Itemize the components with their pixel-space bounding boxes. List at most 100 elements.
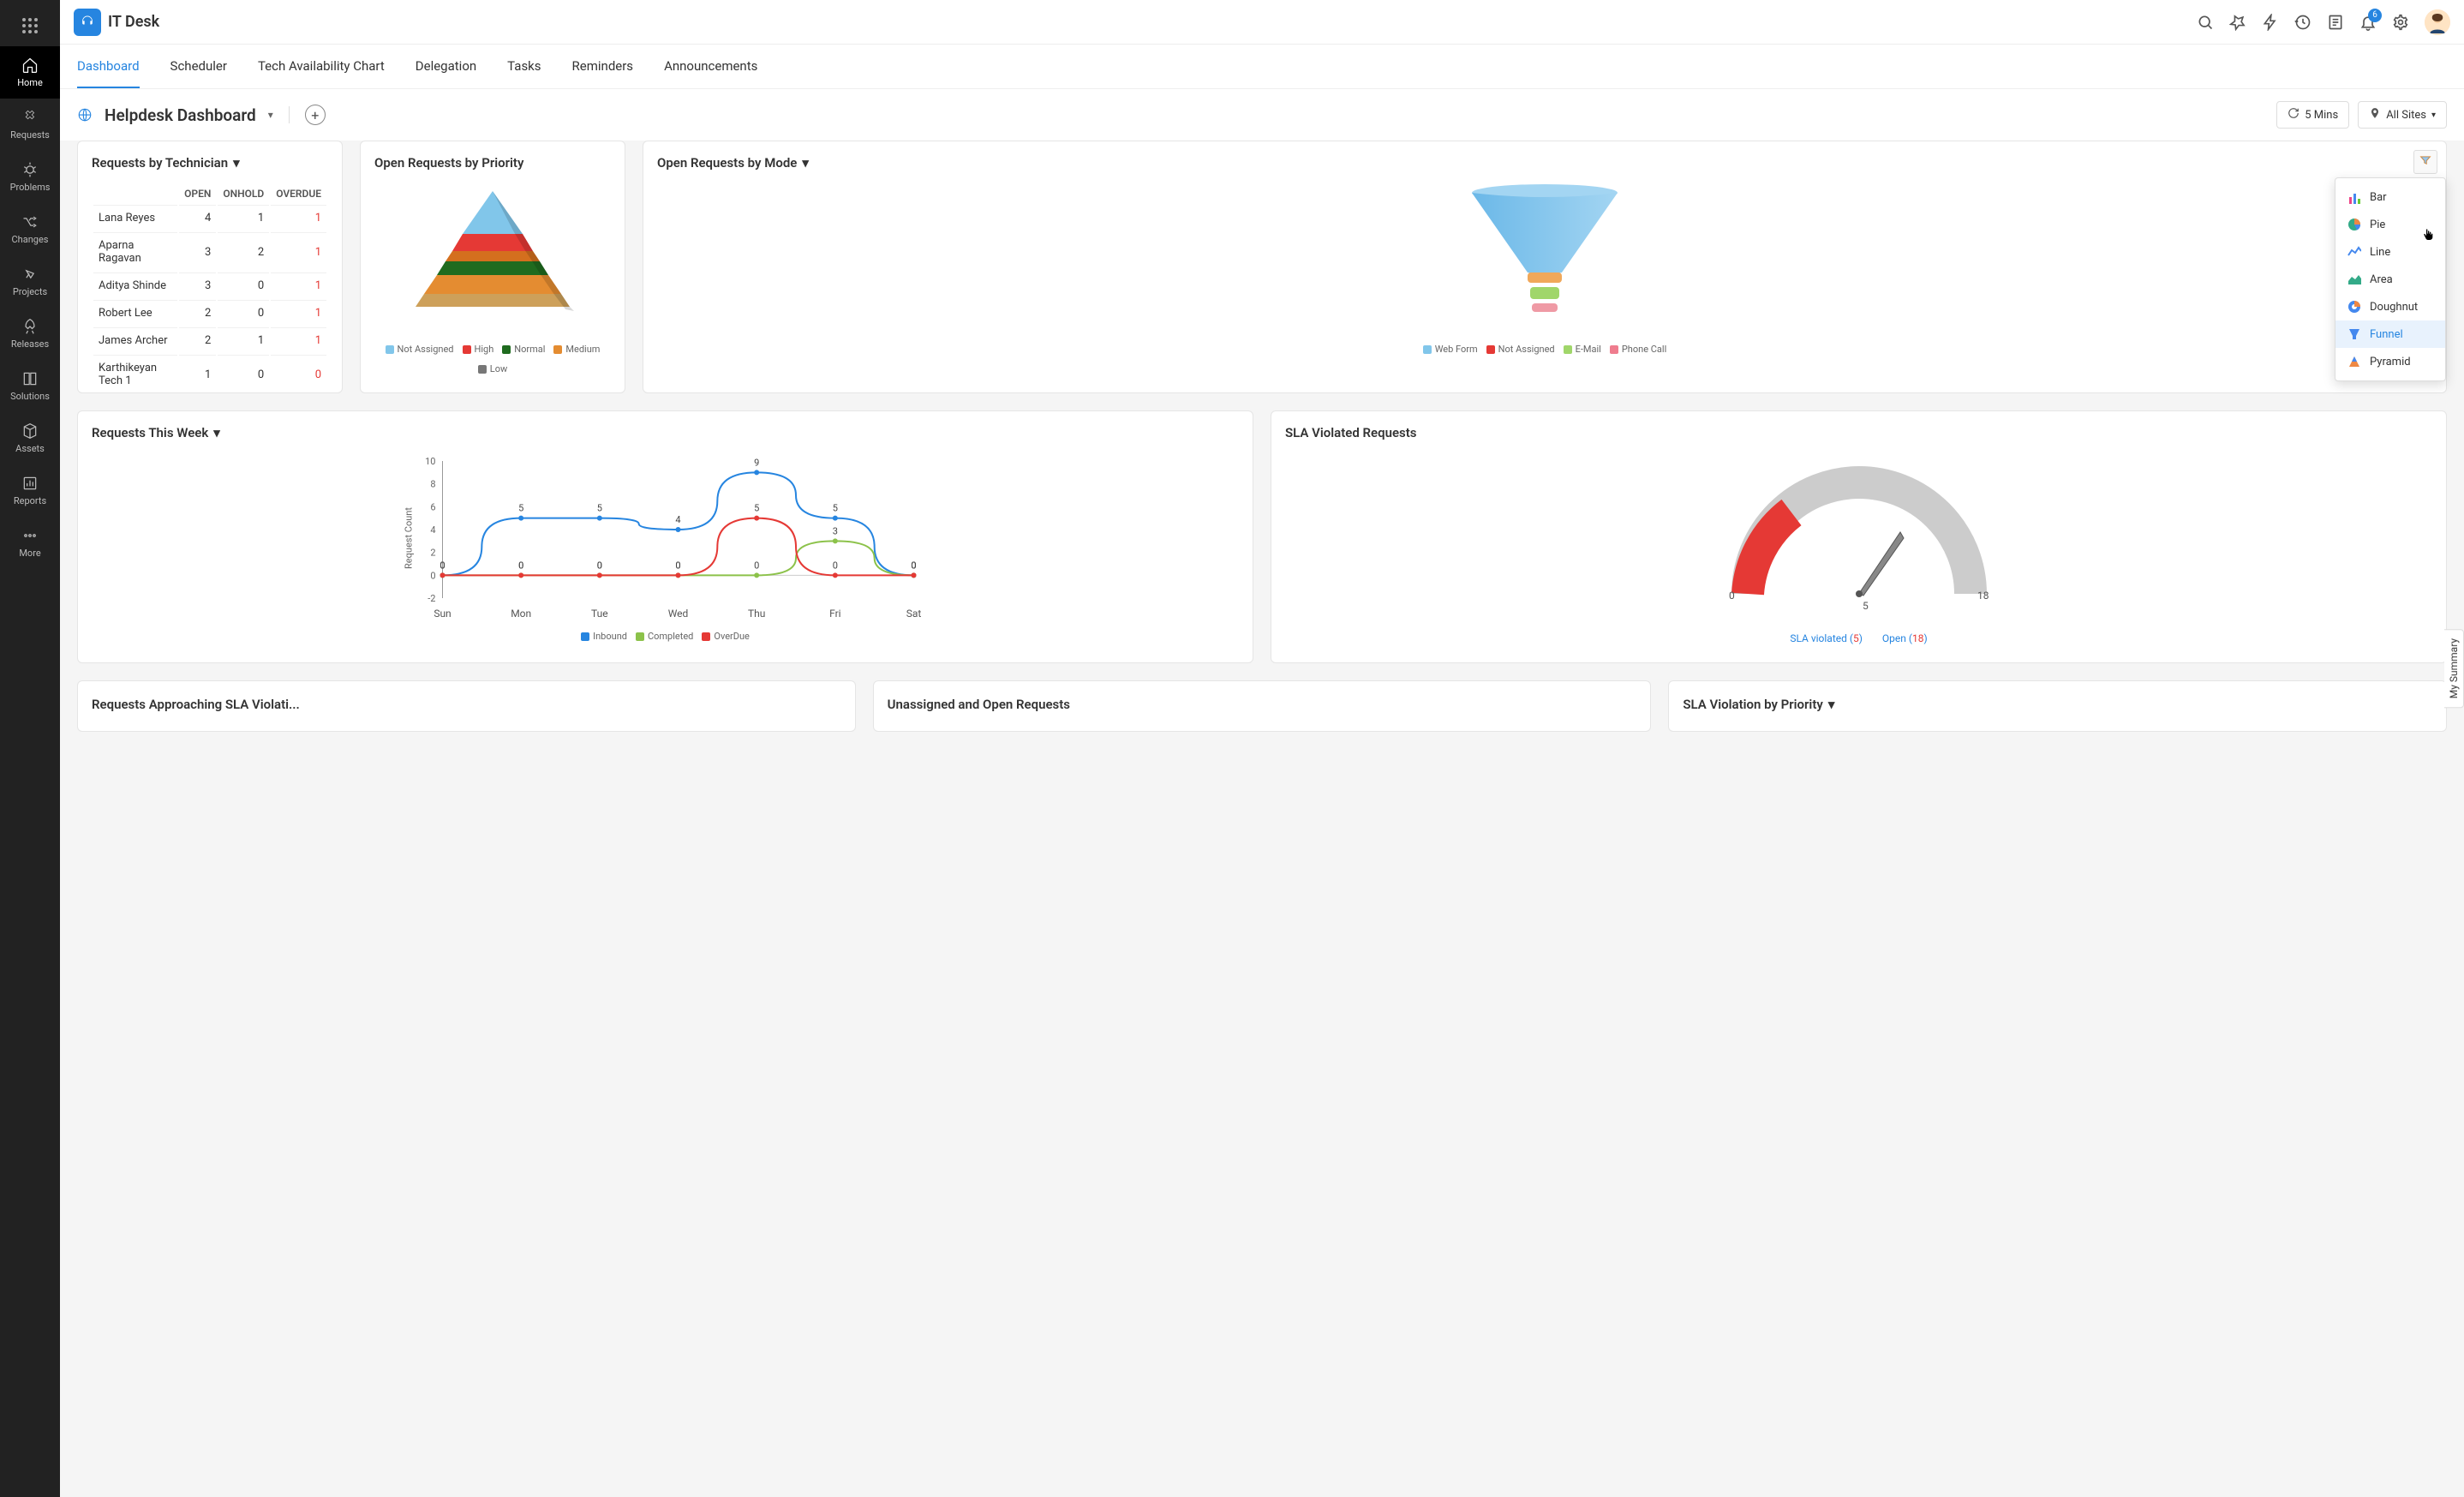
card-title: SLA Violated Requests (1285, 425, 1417, 440)
chevron-down-icon[interactable]: ▾ (268, 109, 273, 121)
legend-item: OverDue (702, 631, 750, 642)
globe-icon (77, 107, 93, 123)
card-open-by-priority: Open Requests by Priority Not Assigne (360, 141, 625, 393)
svg-text:5: 5 (754, 503, 759, 514)
sidebar-item-reports[interactable]: Reports (0, 464, 60, 517)
topbar: IT Desk 6 (60, 0, 2464, 45)
sidebar-item-changes[interactable]: Changes (0, 203, 60, 255)
gauge-legend: SLA violated (5) Open (18) (1285, 632, 2432, 644)
card-sla-violated: SLA Violated Requests 0 18 5 (1271, 410, 2447, 663)
chevron-down-icon[interactable]: ▾ (802, 155, 809, 171)
table-row[interactable]: James Archer211 (93, 327, 326, 353)
page-title: Helpdesk Dashboard (105, 105, 256, 125)
cursor-icon (2421, 228, 2435, 245)
pyramid-chart (403, 183, 583, 320)
sidebar-item-home[interactable]: Home (0, 46, 60, 99)
svg-text:10: 10 (425, 456, 435, 467)
table-row[interactable]: Karthikeyan Tech 1100 (93, 355, 326, 393)
sidebar-item-assets[interactable]: Assets (0, 412, 60, 464)
line-chart: -20246810SunMonTueWedThuFriSatRequest Co… (92, 452, 1239, 624)
refresh-interval[interactable]: 5 Mins (2276, 101, 2349, 129)
card-unassigned-open: Unassigned and Open Requests (873, 680, 1652, 732)
sidebar-item-solutions[interactable]: Solutions (0, 360, 60, 412)
rocket-icon (21, 318, 39, 335)
table-row[interactable]: Lana Reyes411 (93, 205, 326, 231)
legend-item: Not Assigned (386, 344, 454, 355)
tab-delegation[interactable]: Delegation (416, 45, 476, 88)
svg-text:5: 5 (597, 503, 602, 514)
pie-icon (2347, 218, 2361, 231)
note-icon[interactable] (2327, 14, 2344, 31)
svg-text:18: 18 (1977, 590, 1989, 602)
chevron-down-icon[interactable]: ▾ (1828, 697, 1835, 712)
tech-table: OPENONHOLDOVERDUE Lana Reyes411Aparna Ra… (92, 183, 328, 393)
tab-dashboard[interactable]: Dashboard (77, 45, 140, 88)
legend-item: Completed (636, 631, 693, 642)
bolt-icon[interactable] (2262, 14, 2279, 31)
table-row[interactable]: Aparna Ragavan321 (93, 232, 326, 271)
svg-text:Mon: Mon (511, 608, 531, 620)
sidebar-item-problems[interactable]: Problems (0, 151, 60, 203)
gauge-chart: 0 18 5 (1713, 465, 2005, 611)
chart-type-area[interactable]: Area (2335, 266, 2445, 293)
chart-type-bar[interactable]: Bar (2335, 183, 2445, 211)
area-icon (2347, 272, 2361, 286)
tab-reminders[interactable]: Reminders (572, 45, 634, 88)
table-row[interactable]: Robert Lee201 (93, 300, 326, 326)
apps-grid-icon[interactable] (20, 15, 40, 36)
table-row[interactable]: Aditya Shinde301 (93, 272, 326, 298)
chevron-down-icon: ▾ (2431, 111, 2436, 120)
svg-text:-2: -2 (428, 593, 435, 604)
card-title: Unassigned and Open Requests (888, 697, 1070, 712)
tab-announcements[interactable]: Announcements (664, 45, 757, 88)
sidebar-item-releases[interactable]: Releases (0, 308, 60, 360)
book-icon (21, 370, 39, 387)
legend-item: Phone Call (1610, 344, 1666, 355)
legend-item: E-Mail (1564, 344, 1601, 355)
sidebar-item-more[interactable]: More (0, 517, 60, 569)
chevron-down-icon[interactable]: ▾ (213, 425, 220, 440)
svg-text:5: 5 (1863, 600, 1869, 611)
svg-text:0: 0 (440, 560, 445, 571)
sidebar-item-requests[interactable]: Requests (0, 99, 60, 151)
tab-tech-availability-chart[interactable]: Tech Availability Chart (258, 45, 385, 88)
bell-icon[interactable]: 6 (2359, 14, 2377, 31)
ticket-icon (21, 109, 39, 126)
cube-icon (21, 422, 39, 440)
svg-text:6: 6 (430, 501, 435, 512)
add-dashboard-button[interactable]: + (305, 105, 326, 125)
gear-icon[interactable] (2392, 14, 2409, 31)
sidebar-item-projects[interactable]: Projects (0, 255, 60, 308)
my-summary-tab[interactable]: My Summary (2444, 629, 2464, 708)
titlebar: Helpdesk Dashboard ▾ + 5 Mins All Sites … (60, 89, 2464, 141)
sla-violated-link[interactable]: SLA violated (5) (1790, 632, 1863, 644)
shuffle-icon (21, 213, 39, 231)
chevron-down-icon[interactable]: ▾ (233, 155, 240, 171)
svg-text:Sat: Sat (906, 608, 922, 620)
svg-text:0: 0 (430, 570, 435, 581)
site-selector[interactable]: All Sites ▾ (2358, 101, 2447, 129)
card-sla-by-priority: SLA Violation by Priority▾ (1668, 680, 2447, 732)
card-requests-by-technician: Requests by Technician▾ OPENONHOLDOVERDU… (77, 141, 343, 393)
svg-text:0: 0 (833, 560, 838, 571)
svg-text:8: 8 (430, 479, 435, 490)
legend-item: Medium (553, 344, 600, 355)
svg-text:5: 5 (833, 503, 838, 514)
chart-type-doughnut[interactable]: Doughnut (2335, 293, 2445, 320)
compass-icon (21, 266, 39, 283)
chart-icon (21, 475, 39, 492)
search-icon[interactable] (2197, 14, 2214, 31)
tab-tasks[interactable]: Tasks (507, 45, 541, 88)
legend-item: Low (478, 363, 507, 374)
svg-text:0: 0 (597, 560, 602, 571)
sla-open-link[interactable]: Open (18) (1882, 632, 1928, 644)
notification-badge: 6 (2368, 9, 2382, 22)
tab-scheduler[interactable]: Scheduler (170, 45, 227, 88)
avatar[interactable] (2425, 9, 2450, 35)
line-icon (2347, 245, 2361, 259)
chart-type-pyramid[interactable]: Pyramid (2335, 348, 2445, 375)
chart-type-button[interactable] (2413, 150, 2437, 174)
chart-type-funnel[interactable]: Funnel (2335, 320, 2445, 348)
pin-icon[interactable] (2229, 14, 2246, 31)
history-icon[interactable] (2294, 14, 2311, 31)
